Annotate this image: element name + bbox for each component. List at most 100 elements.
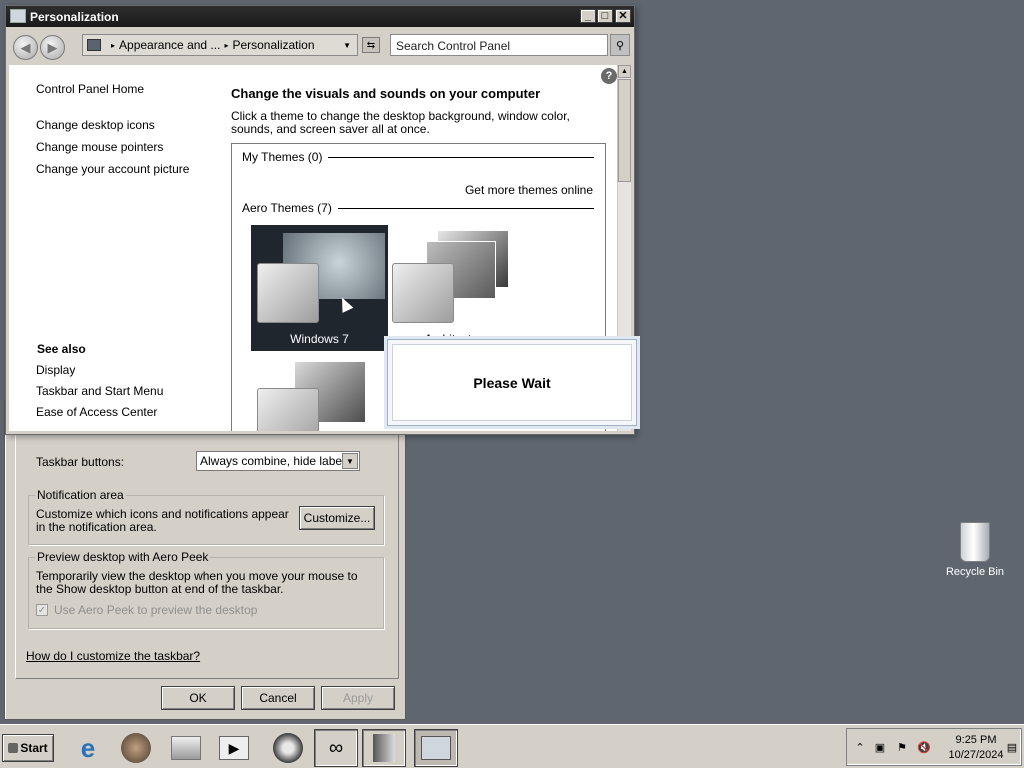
clock-time: 9:25 PM: [955, 734, 997, 746]
internet-explorer-icon: e: [80, 732, 96, 763]
ok-button[interactable]: OK: [161, 686, 235, 710]
customize-button[interactable]: Customize...: [299, 506, 375, 530]
taskbar-app-disc[interactable]: [266, 729, 310, 767]
section-divider: [337, 207, 594, 209]
start-button[interactable]: Start: [2, 734, 54, 762]
taskbar-properties-window: Taskbar buttons: Always combine, hide la…: [4, 400, 406, 720]
windows-logo-icon: [8, 743, 19, 753]
window-title: Personalization: [30, 10, 119, 24]
change-account-picture-link[interactable]: Change your account picture: [36, 162, 216, 176]
customize-taskbar-help-link[interactable]: How do I customize the taskbar?: [26, 649, 200, 663]
ease-of-access-link[interactable]: Ease of Access Center: [36, 405, 157, 419]
taskbar-buttons-value: Always combine, hide labels: [200, 454, 351, 468]
taskbar-app-internet-explorer[interactable]: e: [66, 729, 110, 767]
notification-area-group: Notification area Customize which icons …: [28, 488, 384, 545]
aero-peek-checkbox[interactable]: ✓: [36, 604, 48, 616]
taskbar-app-network[interactable]: ∞: [314, 729, 358, 767]
scroll-up-icon[interactable]: ▲: [618, 65, 631, 78]
page-description: Click a theme to change the desktop back…: [231, 109, 570, 136]
scroll-thumb[interactable]: [618, 79, 631, 182]
please-wait-text: Please Wait: [392, 344, 632, 421]
aero-themes-header: Aero Themes (7): [242, 201, 594, 215]
theme-tile-partial[interactable]: [251, 356, 388, 431]
my-themes-header: My Themes (0): [242, 150, 594, 164]
left-navigation: Control Panel Home Change desktop icons …: [36, 82, 216, 184]
clock[interactable]: 9:25 PM 10/27/2024: [943, 733, 1009, 763]
breadcrumb-appearance[interactable]: Appearance and ...: [119, 38, 220, 52]
control-panel-icon: [421, 736, 451, 760]
taskbar-app-server-manager[interactable]: [362, 729, 406, 767]
section-divider: [328, 156, 594, 158]
apply-button[interactable]: Apply: [321, 686, 395, 710]
recycle-bin-shortcut[interactable]: Recycle Bin: [940, 522, 1010, 578]
volume-muted-icon[interactable]: 🔇: [917, 740, 931, 754]
navigation-bar: ◀ ▶ ▸ Appearance and ... ▸ Personalizati…: [6, 27, 634, 65]
network-tray-icon[interactable]: ▣: [873, 740, 887, 754]
taskbar-app-control-panel[interactable]: [414, 729, 458, 767]
theme-label: Windows 7: [290, 332, 349, 346]
start-label: Start: [20, 741, 48, 755]
media-center-icon: [121, 733, 151, 763]
title-bar[interactable]: Personalization _ □ ✕: [6, 6, 634, 27]
search-input[interactable]: Search Control Panel: [390, 34, 608, 56]
my-themes-label: My Themes (0): [242, 150, 323, 164]
change-mouse-pointers-link[interactable]: Change mouse pointers: [36, 140, 216, 154]
chevron-down-icon[interactable]: ▼: [342, 453, 358, 469]
taskbar-app-media-center[interactable]: [114, 729, 158, 767]
search-icon[interactable]: ⚲: [610, 34, 630, 56]
theme-color-swatch: [392, 263, 454, 323]
disc-burner-icon: [273, 733, 303, 763]
forward-arrow-icon[interactable]: ▶: [40, 35, 65, 60]
taskbar: Start e ▶ ∞ ⌃ ▣ ⚑ 🔇 9:25 PM 10/27/2024 ▤: [0, 724, 1024, 768]
notification-area-text: Customize which icons and notifications …: [36, 507, 289, 534]
minimize-button[interactable]: _: [580, 9, 596, 23]
recycle-bin-icon: [960, 522, 990, 562]
show-desktop-icon[interactable]: ▤: [1005, 740, 1019, 754]
taskbar-buttons-select[interactable]: Always combine, hide labels ▼: [196, 451, 360, 471]
theme-windows-7[interactable]: Windows 7: [251, 225, 388, 351]
back-arrow-icon[interactable]: ◀: [13, 35, 38, 60]
taskbar-app-media-player[interactable]: ▶: [212, 729, 256, 767]
control-panel-icon: [87, 39, 101, 51]
notification-area-title: Notification area: [35, 488, 126, 502]
help-icon[interactable]: ?: [601, 68, 617, 84]
get-more-themes-link[interactable]: Get more themes online: [465, 183, 593, 197]
page-title: Change the visuals and sounds on your co…: [231, 86, 541, 101]
action-center-flag-icon[interactable]: ⚑: [895, 740, 909, 754]
recycle-bin-label: Recycle Bin: [945, 566, 1005, 578]
taskbar-start-menu-link[interactable]: Taskbar and Start Menu: [36, 384, 163, 398]
chevron-down-icon[interactable]: ▼: [343, 41, 351, 50]
aero-themes-label: Aero Themes (7): [242, 201, 332, 215]
theme-color-swatch: [257, 263, 319, 323]
refresh-icon[interactable]: ⇆: [362, 37, 380, 53]
theme-color-swatch: [257, 388, 319, 431]
network-icon: ∞: [328, 736, 344, 759]
change-desktop-icons-link[interactable]: Change desktop icons: [36, 118, 216, 132]
breadcrumb-separator-icon: ▸: [111, 40, 116, 50]
printer-icon: [171, 736, 201, 760]
aero-peek-option: ✓ Use Aero Peek to preview the desktop: [36, 603, 257, 617]
address-bar[interactable]: ▸ Appearance and ... ▸ Personalization ▼: [82, 34, 358, 56]
aero-peek-checkbox-label: Use Aero Peek to preview the desktop: [54, 603, 258, 617]
aero-peek-title: Preview desktop with Aero Peek: [35, 550, 211, 564]
see-also-title: See also: [37, 342, 86, 356]
maximize-button[interactable]: □: [597, 9, 613, 23]
server-manager-icon: [373, 734, 395, 762]
display-link[interactable]: Display: [36, 363, 75, 377]
control-panel-home-link[interactable]: Control Panel Home: [36, 82, 216, 96]
aero-peek-text: Temporarily view the desktop when you mo…: [36, 569, 358, 596]
theme-architecture[interactable]: Architecture: [388, 225, 525, 351]
aero-peek-group: Preview desktop with Aero Peek Temporari…: [28, 550, 384, 629]
clock-date: 10/27/2024: [948, 749, 1004, 761]
taskbar-app-printer[interactable]: [164, 729, 208, 767]
taskbar-buttons-label: Taskbar buttons:: [36, 455, 125, 469]
cancel-button[interactable]: Cancel: [241, 686, 315, 710]
breadcrumb-separator-icon: ▸: [224, 40, 229, 50]
please-wait-dialog: Please Wait: [387, 339, 637, 426]
media-player-icon: ▶: [219, 736, 249, 760]
window-icon: [10, 9, 26, 23]
close-button[interactable]: ✕: [615, 9, 631, 23]
taskbar-tab-panel: Taskbar buttons: Always combine, hide la…: [15, 401, 399, 679]
breadcrumb-personalization[interactable]: Personalization: [232, 38, 314, 52]
show-hidden-icons-chevron-icon[interactable]: ⌃: [853, 740, 867, 754]
